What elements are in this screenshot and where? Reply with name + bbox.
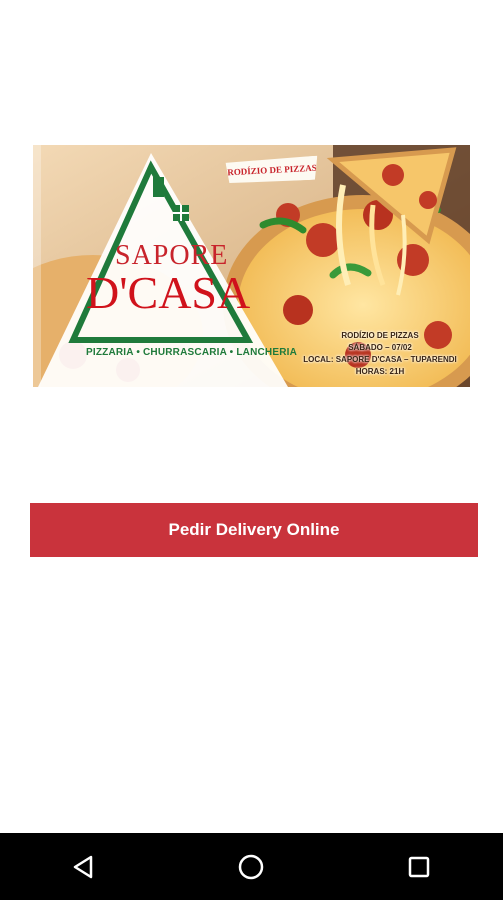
promo-line: RODÍZIO DE PIZZAS xyxy=(341,331,419,340)
order-delivery-button[interactable]: Pedir Delivery Online xyxy=(30,503,478,557)
promo-text: RODÍZIO DE PIZZAS SÁBADO – 07/02 LOCAL: … xyxy=(300,330,460,378)
home-button[interactable] xyxy=(221,837,281,897)
promo-line: LOCAL: SAPORE D'CASA – TUPARENDI xyxy=(303,355,457,364)
recents-button[interactable] xyxy=(389,837,449,897)
brand-tagline: PIZZARIA • CHURRASCARIA • LANCHERIA xyxy=(86,347,298,358)
brand-name-main: D'CASA xyxy=(86,267,251,318)
android-nav-bar xyxy=(0,833,503,900)
home-icon xyxy=(239,854,264,879)
recents-icon xyxy=(408,856,430,877)
promo-line: SÁBADO – 07/02 xyxy=(348,343,412,352)
promo-line: HORAS: 21H xyxy=(355,367,405,376)
back-button[interactable] xyxy=(54,837,114,897)
back-icon xyxy=(73,855,93,878)
